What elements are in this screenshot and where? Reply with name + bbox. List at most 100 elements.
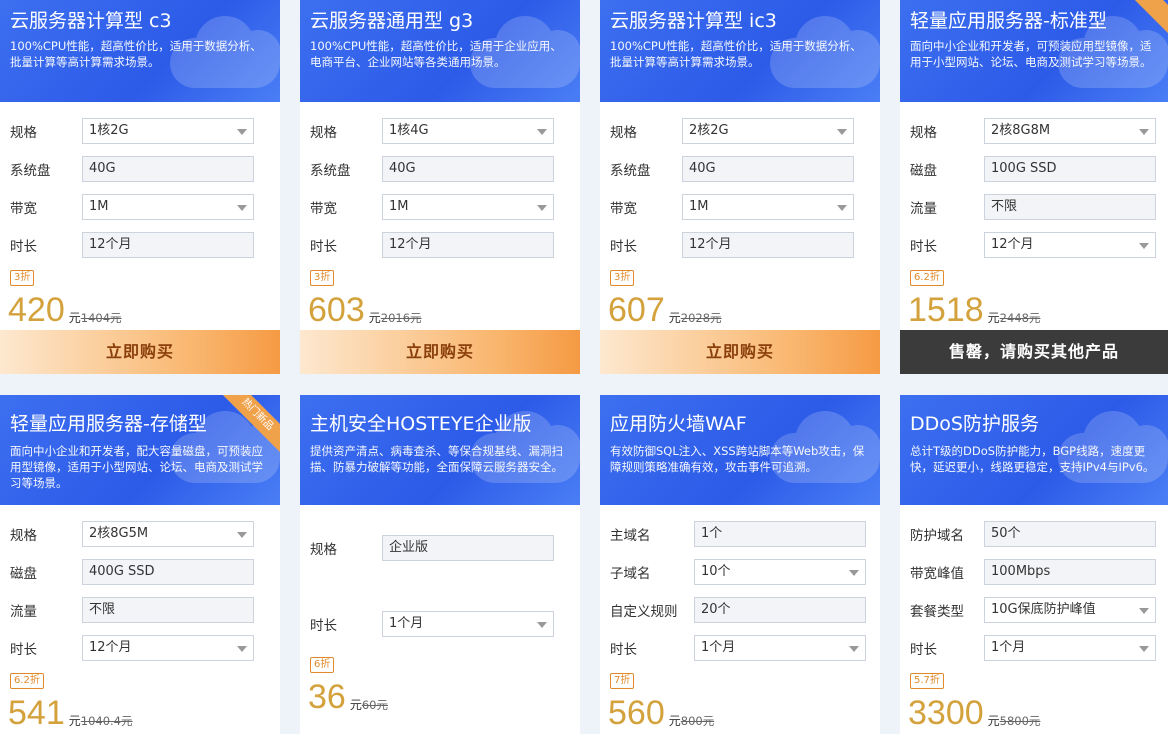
disk-field: 400G SSD: [82, 559, 254, 585]
duration-field: 12个月: [382, 232, 554, 258]
chevron-down-icon: [837, 129, 847, 135]
protected-domains-field: 50个: [984, 521, 1156, 547]
card-header: 云服务器计算型 ic3 100%CPU性能，超高性价比，适用于数据分析、批量计算…: [600, 0, 880, 102]
price-unit: 元: [987, 311, 1000, 325]
disk-label: 系统盘: [610, 163, 651, 179]
price-unit: 元: [987, 714, 1000, 728]
disk-field: 100G SSD: [984, 156, 1156, 182]
price: 603 元 2016元: [308, 290, 580, 330]
bandwidth-label: 带宽: [610, 201, 637, 217]
spec-label: 规格: [10, 125, 37, 141]
card-title: DDoS防护服务: [910, 413, 1039, 435]
bandwidth-select[interactable]: 1M: [82, 194, 254, 220]
disk-label: 磁盘: [910, 163, 937, 179]
bandwidth-select[interactable]: 1M: [382, 194, 554, 220]
card-header: 热门新品 轻量应用服务器-存储型 面向中小企业和开发者，配大容量磁盘，可预装应用…: [0, 395, 280, 505]
product-card-hosteye: 主机安全HOSTEYE企业版 提供资产清点、病毒查杀、等保合规基线、漏洞扫描、防…: [300, 395, 580, 734]
price-value: 3300: [908, 694, 984, 732]
traffic-field: 不限: [984, 194, 1156, 220]
discount-badge: 3折: [10, 270, 35, 286]
discount-badge: 6折: [310, 657, 335, 673]
duration-label: 时长: [610, 642, 637, 658]
price: 1518 元 2448元: [908, 290, 1168, 330]
card-title: 云服务器通用型 g3: [310, 10, 474, 32]
spec-field: 企业版: [382, 535, 554, 561]
bandwidth-select[interactable]: 1M: [682, 194, 854, 220]
duration-label: 时长: [910, 642, 937, 658]
card-description: 100%CPU性能，超高性价比，适用于企业应用、电商平台、企业网站等各类通用场景…: [310, 39, 562, 69]
original-price: 2016元: [380, 311, 422, 325]
discount-badge: 3折: [310, 270, 335, 286]
product-card-waf: 应用防火墙WAF 有效防御SQL注入、XSS跨站脚本等Web攻击，保障规则策略准…: [600, 395, 880, 734]
disk-label: 系统盘: [10, 163, 51, 179]
price-value: 420: [8, 291, 65, 329]
chevron-down-icon: [1139, 129, 1149, 135]
price-unit: 元: [68, 311, 81, 325]
chevron-down-icon: [237, 129, 247, 135]
price: 560 元 800元: [608, 693, 880, 733]
duration-select[interactable]: 1个月: [984, 635, 1156, 661]
card-description: 提供资产清点、病毒查杀、等保合规基线、漏洞扫描、防暴力破解等功能，全面保障云服务…: [310, 444, 563, 474]
traffic-label: 流量: [10, 604, 37, 620]
spec-label: 规格: [610, 125, 637, 141]
buy-now-button[interactable]: 立即购买: [0, 330, 280, 374]
duration-select[interactable]: 12个月: [82, 635, 254, 661]
buy-now-button[interactable]: 立即购买: [600, 330, 880, 374]
package-type-select[interactable]: 10G保底防护峰值: [984, 597, 1156, 623]
traffic-label: 流量: [910, 201, 937, 217]
disk-field: 40G: [382, 156, 554, 182]
product-card-c3: 云服务器计算型 c3 100%CPU性能，超高性价比，适用于数据分析、批量计算等…: [0, 0, 280, 374]
spec-label: 规格: [310, 125, 337, 141]
discount-badge: 3折: [610, 270, 635, 286]
spec-label: 规格: [910, 125, 937, 141]
price-value: 560: [608, 694, 665, 732]
duration-field: 12个月: [682, 232, 854, 258]
spec-select[interactable]: 2核2G: [682, 118, 854, 144]
card-title: 主机安全HOSTEYE企业版: [310, 413, 532, 435]
custom-rules-field: 20个: [694, 597, 866, 623]
card-title: 应用防火墙WAF: [610, 413, 747, 435]
card-description: 有效防御SQL注入、XSS跨站脚本等Web攻击，保障规则策略准确有效，攻击事件可…: [610, 444, 865, 474]
chevron-down-icon: [237, 532, 247, 538]
spec-select[interactable]: 1核4G: [382, 118, 554, 144]
chevron-down-icon: [1139, 243, 1149, 249]
duration-label: 时长: [610, 239, 637, 255]
bandwidth-peak-field: 100Mbps: [984, 559, 1156, 585]
duration-select[interactable]: 1个月: [694, 635, 866, 661]
spec-select[interactable]: 1核2G: [82, 118, 254, 144]
chevron-down-icon: [849, 646, 859, 652]
price: 36 元 60元: [308, 677, 580, 717]
discount-badge: 6.2折: [910, 270, 944, 286]
duration-label: 时长: [10, 239, 37, 255]
disk-field: 40G: [682, 156, 854, 182]
card-description: 总计T级的DDoS防护能力，BGP线路，速度更快，延迟更小，线路更稳定，支持IP…: [910, 444, 1155, 474]
disk-field: 40G: [82, 156, 254, 182]
chevron-down-icon: [537, 622, 547, 628]
price-value: 1518: [908, 291, 984, 329]
price-unit: 元: [368, 311, 381, 325]
original-price: 1040.4元: [80, 714, 133, 728]
bandwidth-peak-label: 带宽峰值: [910, 566, 964, 582]
duration-select[interactable]: 1个月: [382, 611, 554, 637]
buy-now-button[interactable]: 立即购买: [300, 330, 580, 374]
card-description: 面向中小企业和开发者，可预装应用型镜像，适用于小型网站、论坛、电商及测试学习等场…: [910, 39, 1152, 69]
price: 420 元 1404元: [8, 290, 280, 330]
subdomain-select[interactable]: 10个: [694, 559, 866, 585]
spec-select[interactable]: 2核8G8M: [984, 118, 1156, 144]
card-title: 云服务器计算型 ic3: [610, 10, 777, 32]
duration-label: 时长: [910, 239, 937, 255]
spec-select[interactable]: 2核8G5M: [82, 521, 254, 547]
card-title: 云服务器计算型 c3: [10, 10, 172, 32]
discount-badge: 7折: [610, 673, 635, 689]
card-header: 云服务器通用型 g3 100%CPU性能，超高性价比，适用于企业应用、电商平台、…: [300, 0, 580, 102]
chevron-down-icon: [537, 129, 547, 135]
product-card-lightweight-standard: 轻量应用服务器-标准型 面向中小企业和开发者，可预装应用型镜像，适用于小型网站、…: [900, 0, 1168, 374]
duration-select[interactable]: 12个月: [984, 232, 1156, 258]
chevron-down-icon: [237, 646, 247, 652]
chevron-down-icon: [849, 570, 859, 576]
original-price: 5800元: [999, 714, 1041, 728]
sold-out-button[interactable]: 售罄，请购买其他产品: [900, 330, 1168, 374]
price-unit: 元: [668, 714, 681, 728]
bandwidth-label: 带宽: [310, 201, 337, 217]
main-domain-field: 1个: [694, 521, 866, 547]
